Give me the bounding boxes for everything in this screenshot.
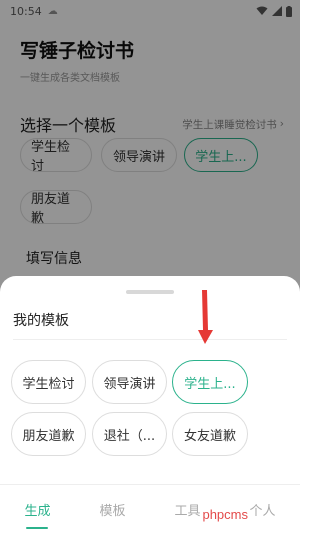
tab-profile[interactable]: 个人	[243, 500, 281, 519]
tab-templates[interactable]: 模板	[93, 500, 131, 519]
sheet-drag-handle[interactable]	[126, 290, 174, 294]
tab-generate[interactable]: 生成	[18, 500, 56, 519]
signal-icon	[272, 6, 282, 16]
cloud-icon: ☁	[47, 5, 58, 17]
battery-icon	[286, 5, 292, 17]
sheet-template-chip[interactable]: 学生检讨	[11, 360, 86, 404]
status-time: 10:54	[10, 4, 42, 18]
wifi-icon	[256, 6, 268, 15]
tab-tools[interactable]: 工具	[168, 500, 206, 519]
sheet-template-chip[interactable]: 女友道歉	[172, 412, 248, 456]
sheet-template-chip-selected[interactable]: 学生上...	[172, 360, 248, 404]
sheet-template-chip[interactable]: 朋友道歉	[11, 412, 86, 456]
bottom-tab-bar: 生成 模板 工具 个人	[0, 484, 300, 534]
sheet-title: 我的模板	[13, 313, 69, 329]
divider	[13, 339, 287, 340]
sheet-template-chip[interactable]: 领导演讲	[92, 360, 167, 404]
sheet-template-chip[interactable]: 退社（...	[92, 412, 167, 456]
status-bar: 10:54 ☁	[0, 0, 300, 22]
red-arrow-annotation	[198, 290, 213, 344]
watermark: phpcms	[202, 507, 248, 522]
